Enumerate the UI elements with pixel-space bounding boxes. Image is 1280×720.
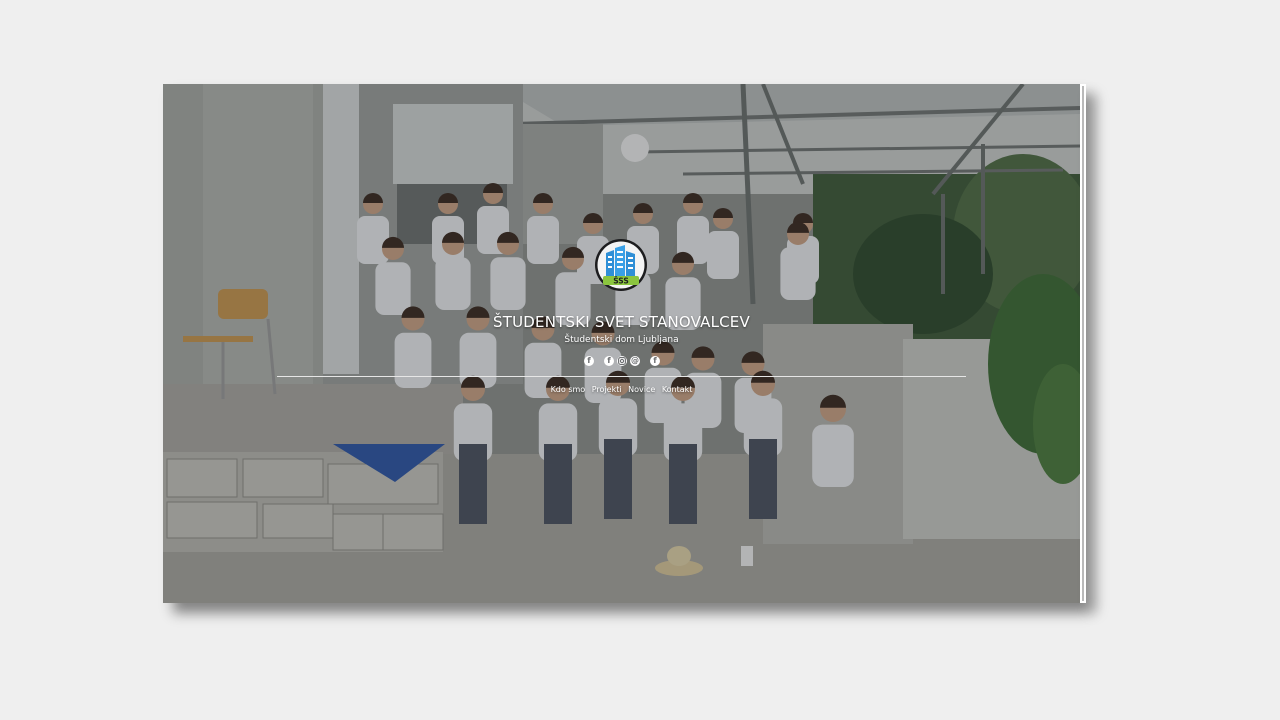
facebook-icon[interactable]: f (650, 356, 660, 366)
main-nav: Kdo smo Projekti Novice Kontakt (163, 385, 1080, 394)
email-icon[interactable]: @ (630, 356, 640, 366)
nav-item-kontakt[interactable]: Kontakt (662, 385, 693, 394)
page-scrollbar[interactable] (1080, 84, 1086, 603)
browser-viewport: ŠSS ŠTUDENTSKI SVET STANOVALCEV Študents… (163, 84, 1080, 603)
nav-item-novice[interactable]: Novice (628, 385, 655, 394)
facebook-icon[interactable]: f (584, 356, 594, 366)
site-title: ŠTUDENTSKI SVET STANOVALCEV (493, 313, 750, 331)
instagram-glyph (618, 357, 626, 365)
hero-divider (277, 376, 966, 377)
hero-section: ŠSS ŠTUDENTSKI SVET STANOVALCEV Študents… (163, 84, 1080, 603)
logo-icon: ŠSS (595, 239, 647, 291)
nav-item-kdo-smo[interactable]: Kdo smo (551, 385, 586, 394)
facebook-icon[interactable]: f (604, 356, 614, 366)
nav-item-projekti[interactable]: Projekti (592, 385, 622, 394)
instagram-icon[interactable] (617, 356, 627, 366)
logo-text: ŠSS (613, 277, 629, 286)
social-links: f f @ f (582, 356, 662, 368)
scrollbar-thumb[interactable] (1082, 86, 1084, 601)
sss-logo[interactable]: ŠSS (594, 238, 648, 292)
site-subtitle: Študentski dom Ljubljana (564, 335, 679, 345)
